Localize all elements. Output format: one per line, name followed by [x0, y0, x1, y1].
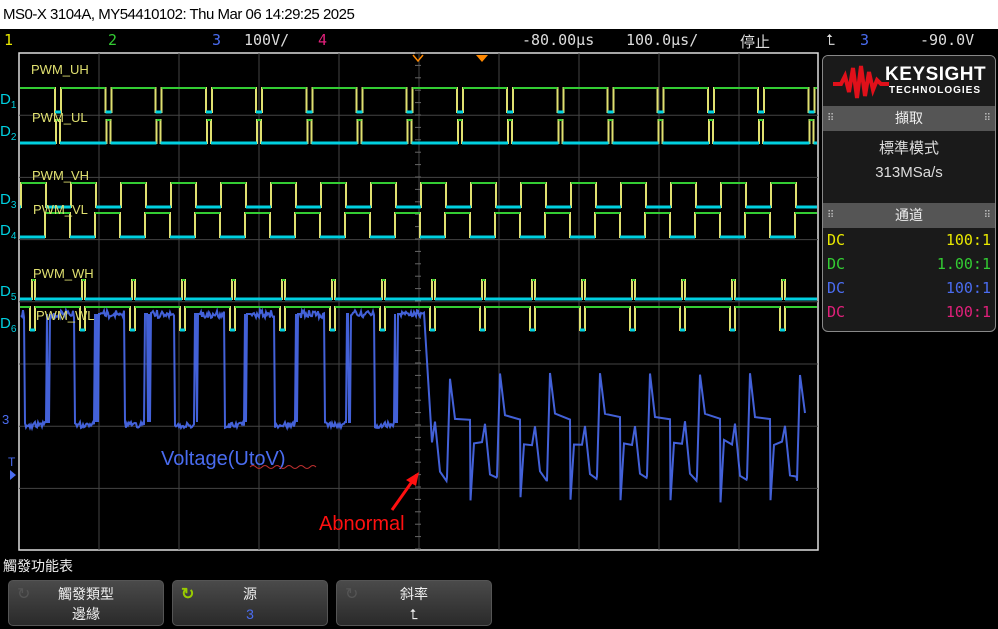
voltage-annotation: Voltage(UtoV) — [161, 448, 286, 470]
rotate-icon: ↻ — [345, 585, 358, 605]
brand-name: KEYSIGHT — [885, 64, 986, 86]
status-bar: 1 2 3 100V/ 4 -80.00µs 100.0µs/ 停止 ⮤ 3 -… — [0, 29, 998, 52]
channel-3-ground-marker: 3 — [2, 412, 9, 427]
keysight-logo: KEYSIGHT TECHNOLOGIES — [823, 56, 995, 106]
channel-3-scale: 100V/ — [244, 31, 289, 49]
trigger-arrow-icon — [10, 470, 16, 480]
signal-name-label: PWM_UL — [32, 110, 88, 125]
acquire-title: 擷取 — [895, 110, 923, 126]
graticule — [19, 53, 818, 550]
digital-channel-label: D3 — [0, 191, 17, 211]
trace-channel-3 — [21, 310, 805, 502]
trigger-type-softkey[interactable]: ↻ 觸發類型 邊緣 — [8, 580, 164, 626]
signal-name-label: PWM_UH — [31, 62, 89, 77]
coupling: DC — [827, 300, 845, 324]
side-panel: KEYSIGHT TECHNOLOGIES ⠿ 擷取 ⠿ 標準模式 313MSa/s… — [822, 55, 996, 332]
digital-channel-label: D1 — [0, 91, 17, 111]
channel-3-row: DC 100:1 — [823, 276, 995, 300]
menu-title: 觸發功能表 — [3, 556, 73, 576]
waveform-display[interactable]: PWM_UH PWM_UL PWM_VH PWM_VL PWM_WH PWM_WL D1 D2… — [0, 52, 822, 552]
acquire-header[interactable]: ⠿ 擷取 ⠿ — [823, 106, 995, 131]
channel-4-row: DC 100:1 — [823, 300, 995, 324]
coupling: DC — [827, 252, 845, 276]
delay-marker-icon — [413, 55, 423, 61]
signal-name-label: PWM_WL — [36, 308, 95, 323]
digital-channel-label: D5 — [0, 283, 17, 303]
brand-sub: TECHNOLOGIES — [889, 85, 981, 96]
run-state: 停止 — [740, 31, 770, 52]
softkey-value: ⮤ — [337, 604, 491, 624]
channel-1-indicator[interactable]: 1 — [4, 31, 13, 49]
digital-channel-label: D2 — [0, 123, 17, 143]
signal-name-label: PWM_VH — [32, 168, 89, 183]
coupling: DC — [827, 228, 845, 252]
channel-2-row: DC 1.00:1 — [823, 252, 995, 276]
channel-4-indicator[interactable]: 4 — [318, 31, 327, 49]
probe-ratio: 100:1 — [946, 276, 991, 300]
trigger-position-icon — [476, 55, 488, 62]
probe-ratio: 100:1 — [946, 300, 991, 324]
signal-name-label: PWM_WH — [33, 266, 94, 281]
probe-ratio: 1.00:1 — [937, 252, 991, 276]
trigger-slope-icon: ⮤ — [826, 31, 835, 49]
trigger-level-marker: T — [8, 455, 16, 469]
digital-channel-label: D4 — [0, 222, 17, 242]
softkey-label: 源 — [173, 584, 327, 604]
softkey-value: 邊緣 — [9, 604, 163, 624]
arrow-head-icon — [406, 472, 419, 486]
coupling: DC — [827, 276, 845, 300]
softkey-value: 3 — [173, 604, 327, 624]
channel-title: 通道 — [895, 207, 923, 223]
window-title: MS0-X 3104A, MY54410102: Thu Mar 06 14:2… — [0, 0, 998, 29]
rotate-icon: ↻ — [181, 585, 194, 605]
channel-2-indicator[interactable]: 2 — [108, 31, 117, 49]
signal-name-label: PWM_VL — [33, 202, 88, 217]
source-softkey[interactable]: ↻ 源 3 — [172, 580, 328, 626]
digital-channel-label: D6 — [0, 315, 17, 335]
probe-ratio: 100:1 — [946, 228, 991, 252]
acquire-info: 標準模式 313MSa/s — [823, 131, 995, 203]
acquire-mode: 標準模式 — [823, 137, 995, 161]
abnormal-annotation: Abnormal — [319, 513, 405, 535]
sample-rate: 313MSa/s — [823, 161, 995, 185]
channel-header[interactable]: ⠿ 通道 ⠿ — [823, 203, 995, 228]
softkey-label: 觸發類型 — [9, 584, 163, 604]
time-delay: -80.00µs — [522, 31, 594, 49]
keysight-wave-icon — [831, 62, 891, 102]
channel-3-indicator[interactable]: 3 — [212, 31, 221, 49]
rotate-icon: ↻ — [17, 585, 30, 605]
channel-1-row: DC 100:1 — [823, 228, 995, 252]
slope-softkey[interactable]: ↻ 斜率 ⮤ — [336, 580, 492, 626]
timebase: 100.0µs/ — [626, 31, 698, 49]
trigger-source: 3 — [860, 31, 869, 49]
trigger-level: -90.0V — [920, 31, 974, 49]
softkey-label: 斜率 — [337, 584, 491, 604]
